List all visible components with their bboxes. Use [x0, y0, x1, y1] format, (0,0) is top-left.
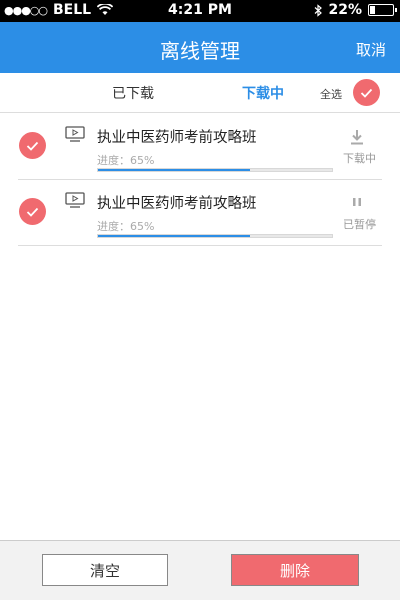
cancel-button[interactable]: 取消: [356, 39, 386, 60]
nav-bar: 离线管理 取消: [0, 22, 400, 73]
bottom-action-bar: 清空 删除: [0, 540, 400, 600]
item-checkbox[interactable]: [19, 132, 46, 159]
tab-bar: 已下载 下载中 全选: [0, 73, 400, 113]
item-checkbox[interactable]: [19, 198, 46, 225]
progress-text: 进度：65%: [97, 220, 155, 233]
tab-downloaded[interactable]: 已下载: [112, 83, 154, 103]
clear-button[interactable]: 清空: [42, 554, 168, 586]
checkmark-icon: [26, 207, 39, 217]
download-icon[interactable]: [350, 129, 364, 145]
pause-icon[interactable]: [350, 195, 364, 211]
tab-downloading[interactable]: 下载中: [242, 83, 284, 103]
list-item[interactable]: 执业中医药师考前攻略班 进度：65% 已暂停: [0, 180, 400, 244]
checkmark-icon: [360, 88, 373, 98]
progress-bar: [97, 168, 333, 172]
item-status: 已暂停: [343, 218, 376, 231]
page-title: 离线管理: [160, 39, 240, 63]
list-item[interactable]: 执业中医药师考前攻略班 进度：65% 下载中: [0, 114, 400, 178]
bluetooth-icon: [315, 3, 323, 17]
delete-button[interactable]: 删除: [231, 554, 359, 586]
checkmark-icon: [26, 141, 39, 151]
video-icon: [65, 192, 85, 208]
progress-bar: [97, 234, 333, 238]
divider: [18, 245, 382, 246]
select-all-checkbox[interactable]: [353, 79, 380, 106]
battery-percent: 22%: [328, 2, 362, 18]
video-icon: [65, 126, 85, 142]
item-status: 下载中: [343, 152, 376, 165]
item-title: 执业中医药师考前攻略班: [97, 196, 257, 212]
progress-text: 进度：65%: [97, 154, 155, 167]
status-bar: ●●●○○ BELL 4:21 PM 22%: [0, 0, 400, 22]
select-all-label: 全选: [320, 88, 342, 101]
battery-icon: [368, 4, 397, 16]
item-title: 执业中医药师考前攻略班: [97, 130, 257, 146]
